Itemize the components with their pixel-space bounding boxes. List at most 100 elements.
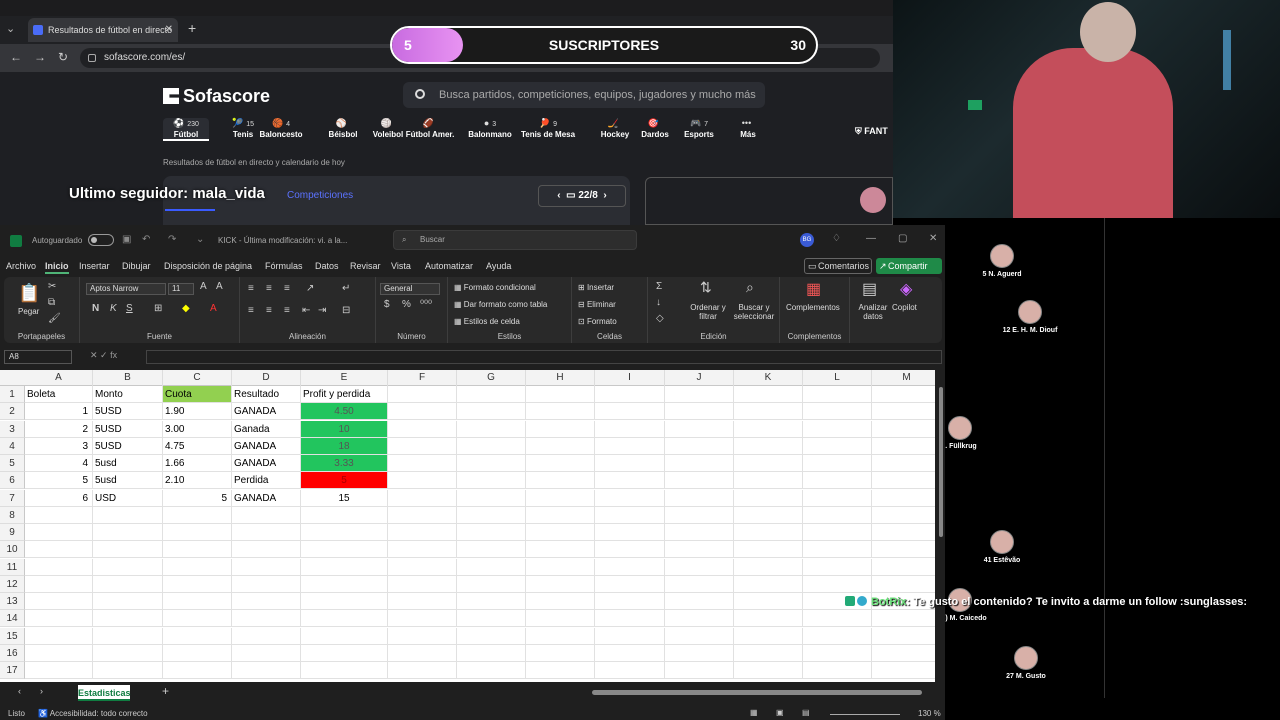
zoom-slider[interactable] (830, 714, 900, 715)
row-header[interactable]: 11 (0, 558, 25, 576)
empty-cell[interactable] (163, 558, 232, 576)
autosave-toggle[interactable] (88, 234, 114, 246)
data-cell[interactable]: 1.66 (163, 455, 232, 472)
empty-cell[interactable] (25, 627, 93, 645)
empty-cell[interactable] (734, 558, 803, 576)
site-search-input[interactable]: Busca partidos, competiciones, equipos, … (403, 82, 765, 108)
empty-cell[interactable] (526, 575, 595, 593)
empty-cell[interactable] (388, 524, 457, 541)
data-cell[interactable]: 5usd (93, 455, 163, 472)
empty-cell[interactable] (388, 403, 457, 421)
delete-cells-button[interactable]: ⊟ Eliminar (578, 300, 616, 309)
empty-cell[interactable] (734, 610, 803, 628)
data-cell[interactable]: 4.50 (301, 403, 388, 421)
browser-tab[interactable]: Resultados de fútbol en directo ✕ (28, 18, 178, 42)
empty-cell[interactable] (232, 558, 301, 576)
data-cell[interactable]: 2 (25, 420, 93, 438)
vertical-scroll-thumb[interactable] (939, 387, 943, 537)
empty-cell[interactable] (526, 506, 595, 524)
data-cell[interactable]: 1.90 (163, 403, 232, 421)
insert-cells-button[interactable]: ⊞ Insertar (578, 283, 614, 292)
header-cell[interactable]: Resultado (232, 386, 301, 403)
fill-icon[interactable]: ↓ (656, 297, 661, 308)
comments-button[interactable]: ▭ Comentarios (804, 258, 872, 274)
empty-cell[interactable] (301, 644, 388, 662)
empty-cell[interactable] (388, 593, 457, 610)
empty-cell[interactable] (163, 506, 232, 524)
data-cell[interactable]: Ganada (232, 420, 301, 438)
indent-decrease-icon[interactable]: ⇤ (302, 305, 310, 316)
empty-cell[interactable] (25, 662, 93, 679)
empty-cell[interactable] (872, 541, 935, 559)
empty-cell[interactable] (803, 420, 872, 438)
ribbon-tab[interactable]: Fórmulas (265, 261, 303, 271)
close-icon[interactable]: ✕ (929, 233, 937, 244)
empty-cell[interactable] (388, 575, 457, 593)
lineup-player[interactable]: 12 E. H. M. Diouf (995, 300, 1065, 334)
align-left-icon[interactable]: ≡ (248, 305, 254, 316)
sport-tab[interactable]: ● 3 Balonmano (460, 118, 520, 139)
number-format-select[interactable]: General (380, 283, 440, 295)
empty-cell[interactable] (595, 437, 665, 455)
empty-cell[interactable] (93, 558, 163, 576)
empty-cell[interactable] (25, 541, 93, 559)
data-cell[interactable]: GANADA (232, 403, 301, 421)
empty-cell[interactable] (665, 472, 734, 490)
empty-cell[interactable] (526, 437, 595, 455)
decrease-font-icon[interactable]: A (216, 281, 223, 292)
conditional-format-button[interactable]: ▦ Formato condicional (454, 283, 536, 292)
empty-cell[interactable] (526, 386, 595, 403)
empty-cell[interactable] (803, 627, 872, 645)
empty-cell[interactable] (665, 506, 734, 524)
orientation-icon[interactable]: ↗ (306, 283, 314, 294)
column-header[interactable]: H (526, 370, 595, 386)
site-info-icon[interactable] (88, 54, 96, 62)
new-tab-icon[interactable]: + (188, 20, 196, 36)
header-cell[interactable]: Monto (93, 386, 163, 403)
analyze-data-button[interactable]: Analizar datos (854, 303, 892, 321)
borders-icon[interactable]: ⊞ (154, 303, 162, 314)
data-cell[interactable]: 5usd (93, 472, 163, 490)
row-header[interactable]: 12 (0, 575, 25, 593)
redo-icon[interactable]: ↷ (168, 234, 176, 245)
empty-cell[interactable] (457, 558, 526, 576)
sort-filter-button[interactable]: Ordenar y filtrar (688, 303, 728, 321)
empty-cell[interactable] (457, 662, 526, 679)
empty-cell[interactable] (595, 506, 665, 524)
empty-cell[interactable] (595, 420, 665, 438)
paste-button[interactable]: Pegar (18, 307, 39, 316)
empty-cell[interactable] (803, 437, 872, 455)
data-cell[interactable]: 5USD (93, 420, 163, 438)
empty-cell[interactable] (665, 420, 734, 438)
empty-cell[interactable] (457, 472, 526, 490)
empty-cell[interactable] (25, 575, 93, 593)
percent-icon[interactable]: % (402, 299, 411, 310)
empty-cell[interactable] (526, 558, 595, 576)
empty-cell[interactable] (665, 558, 734, 576)
column-header[interactable]: E (301, 370, 388, 386)
empty-cell[interactable] (25, 644, 93, 662)
bold-icon[interactable]: N (92, 303, 99, 314)
empty-cell[interactable] (163, 593, 232, 610)
empty-cell[interactable] (93, 593, 163, 610)
empty-cell[interactable] (25, 506, 93, 524)
empty-cell[interactable] (388, 541, 457, 559)
currency-icon[interactable]: $ (384, 299, 390, 310)
empty-cell[interactable] (163, 541, 232, 559)
empty-cell[interactable] (526, 524, 595, 541)
empty-cell[interactable] (93, 662, 163, 679)
clear-icon[interactable]: ◇ (656, 313, 664, 324)
empty-cell[interactable] (163, 644, 232, 662)
header-cell[interactable]: Cuota (163, 386, 232, 403)
empty-cell[interactable] (872, 524, 935, 541)
empty-cell[interactable] (665, 489, 734, 507)
font-color-icon[interactable]: A (210, 303, 217, 314)
thousands-icon[interactable]: ⁰⁰⁰ (420, 299, 432, 310)
empty-cell[interactable] (734, 541, 803, 559)
empty-cell[interactable] (163, 524, 232, 541)
align-middle-icon[interactable]: ≡ (266, 283, 272, 294)
empty-cell[interactable] (457, 593, 526, 610)
empty-cell[interactable] (872, 507, 935, 524)
empty-cell[interactable] (734, 420, 803, 438)
empty-cell[interactable] (665, 403, 734, 421)
